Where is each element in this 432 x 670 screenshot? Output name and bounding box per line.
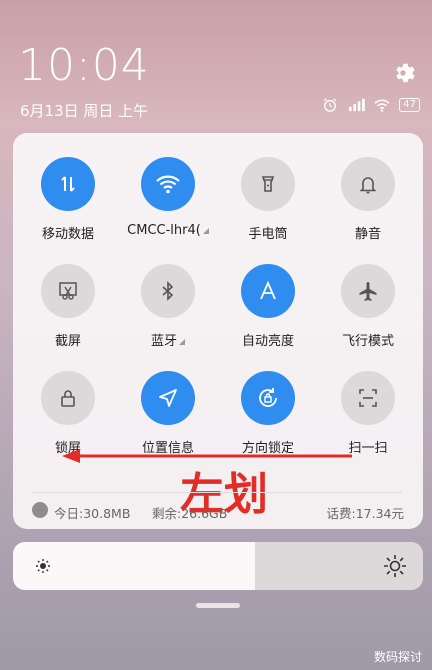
tile-silent[interactable]: 静音 — [318, 157, 418, 242]
flashlight-icon — [241, 157, 295, 211]
tile-bluetooth[interactable]: 蓝牙 — [118, 264, 218, 349]
divider — [32, 492, 402, 493]
tile-auto-brightness[interactable]: 自动亮度 — [218, 264, 318, 349]
tile-mobile-data[interactable]: 移动数据 — [18, 157, 118, 242]
expand-triangle-icon — [202, 227, 209, 234]
brightness-high-icon — [384, 555, 406, 577]
brightness-low-icon — [36, 559, 50, 573]
tile-screenshot[interactable]: 截屏 — [18, 264, 118, 349]
bell-icon — [341, 157, 395, 211]
tile-flashlight[interactable]: 手电筒 — [218, 157, 318, 242]
tile-location[interactable]: 位置信息 — [118, 371, 218, 456]
watermark: 数码探讨 — [373, 650, 422, 664]
data-usage-row[interactable]: 今日:30.8MB 剩余:26.6GB 话费:17.34元 — [32, 502, 404, 522]
panel-handle[interactable] — [196, 603, 240, 608]
airplane-icon — [341, 264, 395, 318]
signal-icon — [349, 98, 366, 112]
tile-label: 蓝牙 — [150, 334, 177, 349]
lock-icon — [41, 371, 95, 425]
status-area: 10:04 6月13日 周日 上午 47 — [0, 0, 432, 130]
tile-lock-screen[interactable]: 锁屏 — [18, 371, 118, 456]
tile-label: 移动数据 — [41, 227, 94, 242]
phone-bill: 话费:17.34元 — [326, 506, 405, 521]
scan-icon — [341, 371, 395, 425]
remaining-data: 剩余:26.6GB — [152, 506, 228, 521]
location-icon — [141, 371, 195, 425]
gear-icon[interactable] — [390, 60, 416, 86]
auto-brightness-icon — [241, 264, 295, 318]
clock-time: 10:04 — [18, 40, 150, 91]
expand-triangle-icon — [179, 338, 185, 345]
tile-airplane[interactable]: 飞行模式 — [318, 264, 418, 349]
tile-label: 飞行模式 — [341, 334, 394, 349]
tile-label: 手电筒 — [248, 227, 288, 242]
tile-label: 截屏 — [54, 334, 81, 349]
battery-level: 47 — [399, 98, 420, 112]
today-usage: 今日:30.8MB — [54, 506, 131, 521]
wifi-status-icon — [374, 99, 390, 112]
tile-label: CMCC-lhr4( — [127, 223, 201, 238]
tile-label: 自动亮度 — [241, 334, 294, 349]
tile-label: 静音 — [354, 227, 381, 242]
tile-scan[interactable]: 扫一扫 — [318, 371, 418, 456]
mobile-data-icon — [41, 157, 95, 211]
tile-wifi[interactable]: CMCC-lhr4( — [118, 157, 218, 238]
screenshot-icon — [41, 264, 95, 318]
wifi-icon — [141, 157, 195, 211]
bluetooth-icon — [141, 264, 195, 318]
status-icons: 47 — [321, 98, 420, 112]
brightness-slider[interactable] — [13, 542, 423, 590]
clock-date: 6月13日 周日 上午 — [20, 102, 149, 120]
rotation-lock-icon — [241, 371, 295, 425]
tile-rotation-lock[interactable]: 方向锁定 — [218, 371, 318, 456]
data-pie-icon — [32, 502, 48, 518]
alarm-icon — [323, 98, 337, 112]
